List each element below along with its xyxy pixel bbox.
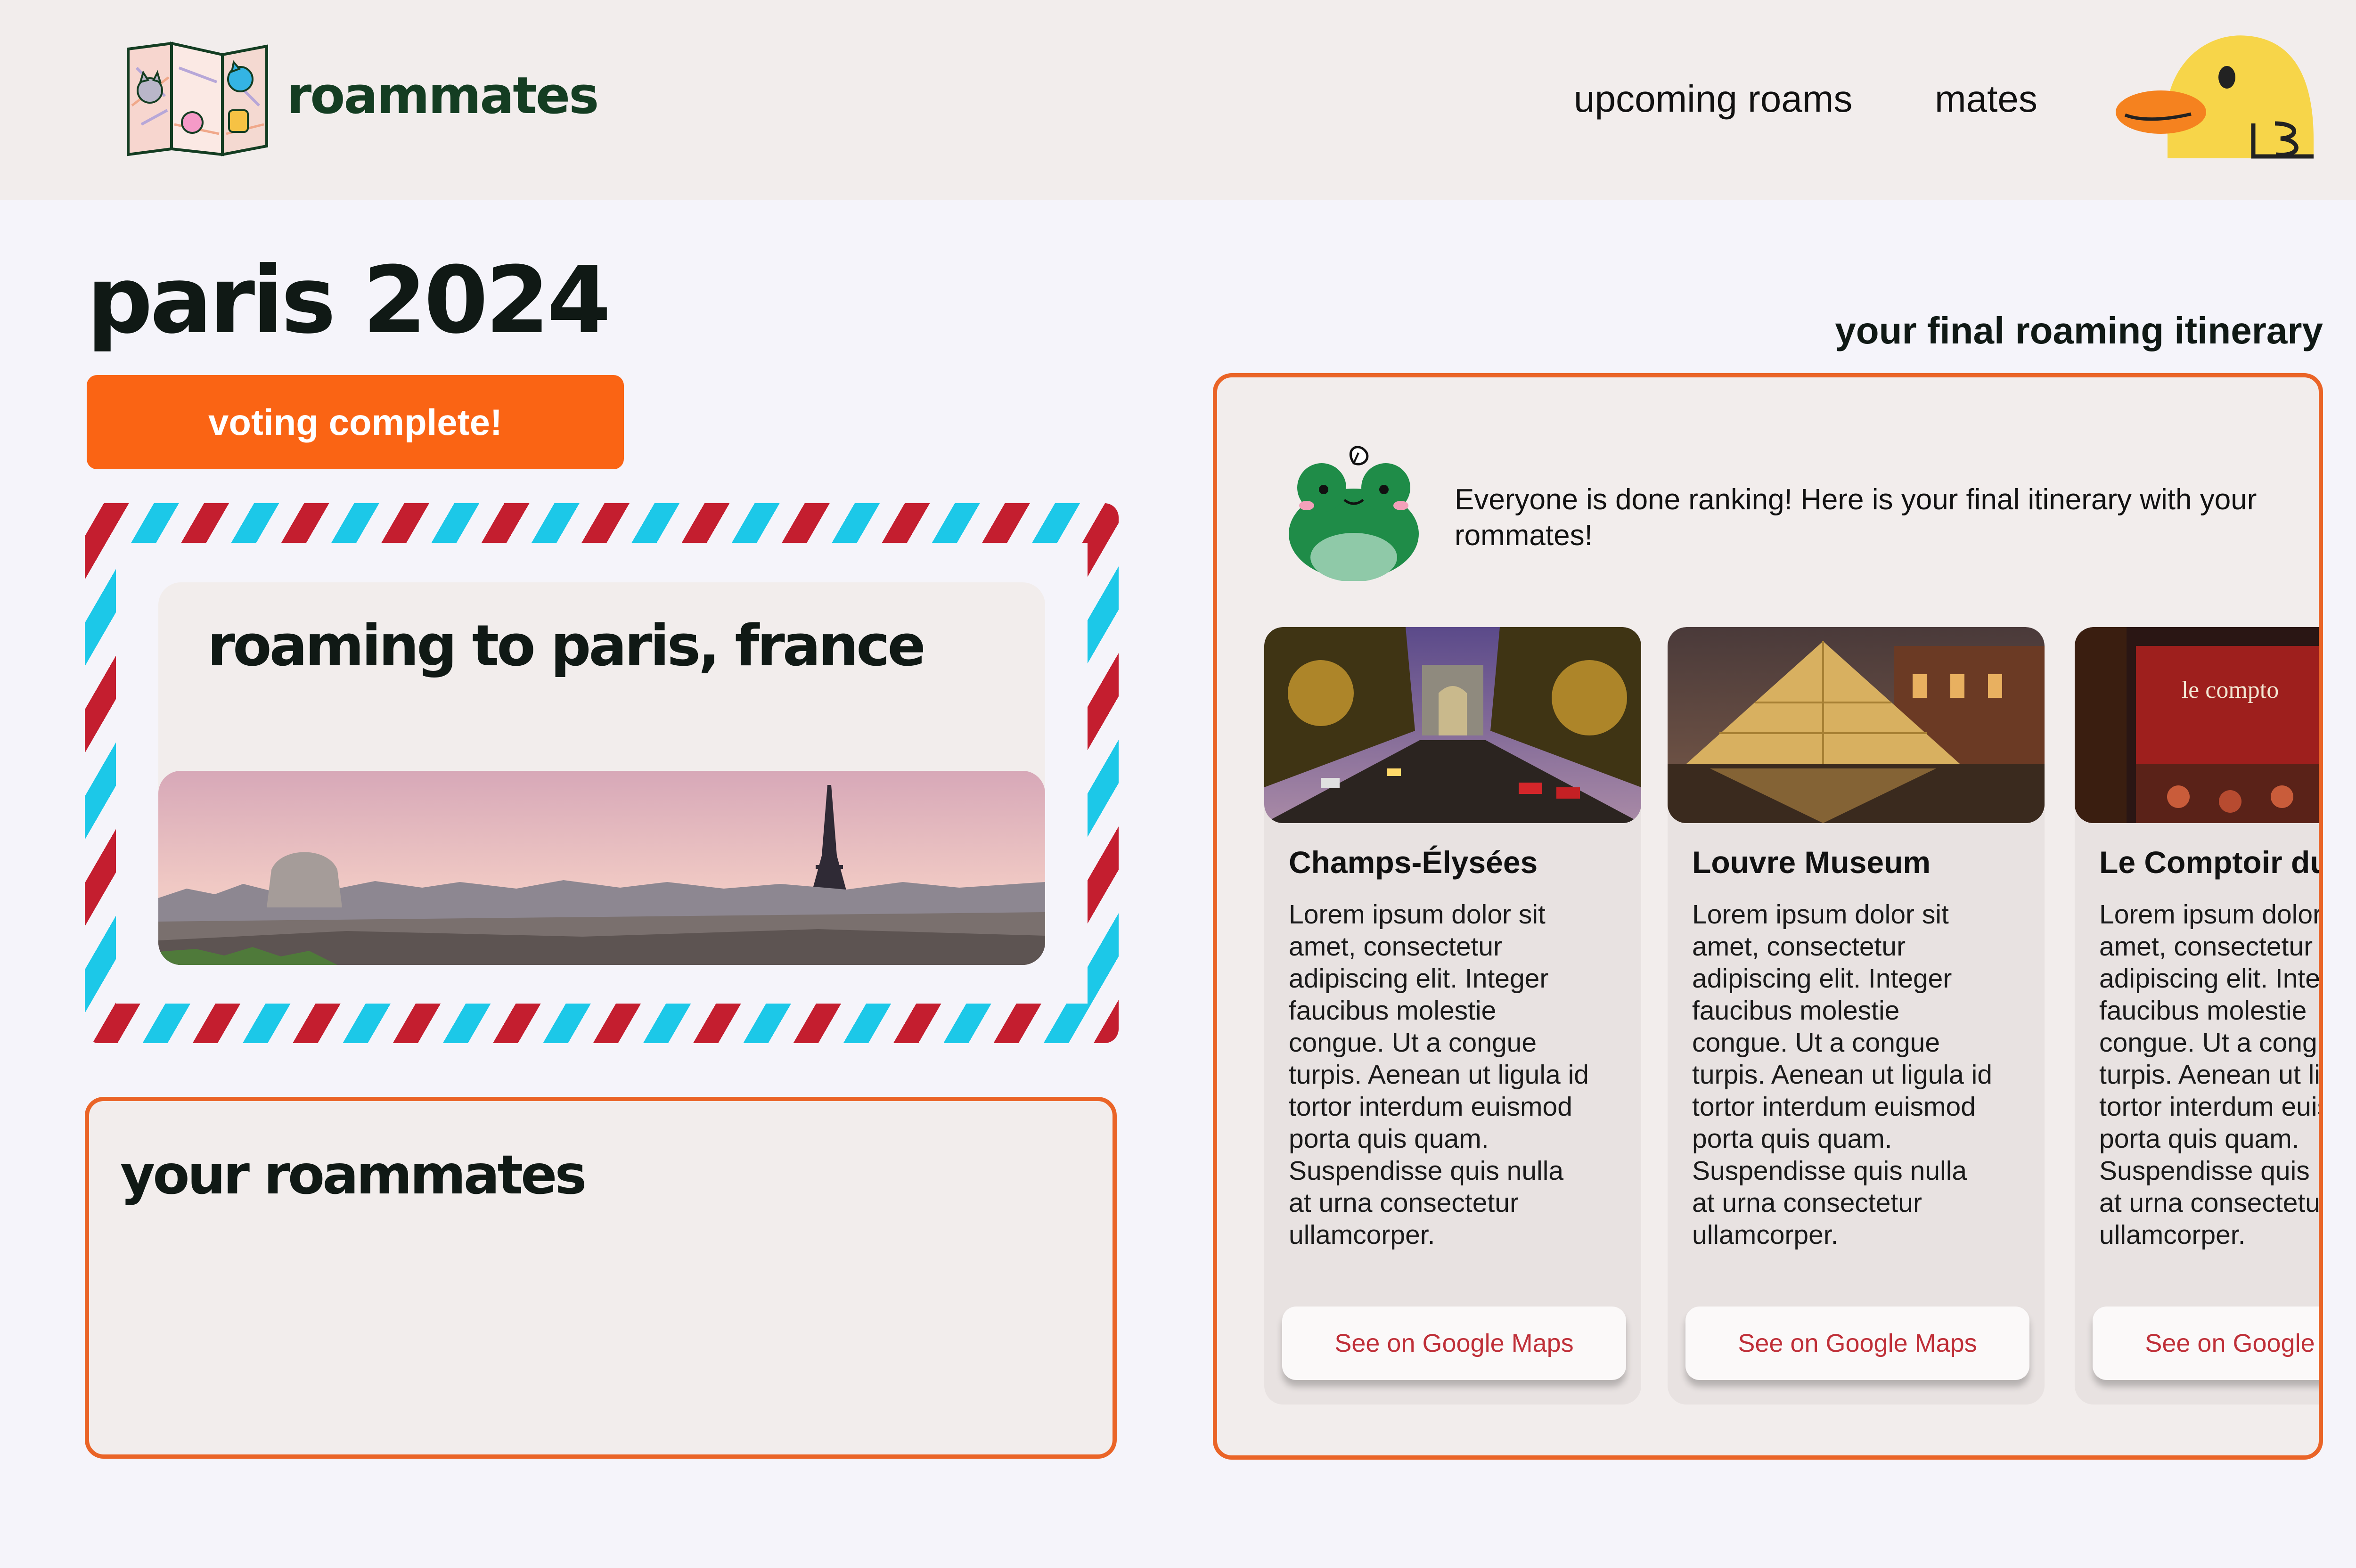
restaurant-sign-text: le compto <box>2182 677 2279 703</box>
louvre-museum-image <box>1668 627 2045 823</box>
itinerary-panel[interactable]: Everyone is done ranking! Here is your f… <box>1213 373 2323 1460</box>
itinerary-intro: Everyone is done ranking! Here is your f… <box>1455 483 2257 552</box>
place-name: Champs-Élysées <box>1289 845 1538 880</box>
place-card[interactable]: le compto Le Comptoir du Lorem ipsum dol… <box>2075 627 2323 1405</box>
top-bar: roammates upcoming roams mates <box>0 0 2356 200</box>
brand-name[interactable]: roammates <box>286 71 599 122</box>
google-maps-button[interactable]: See on Google Maps <box>1282 1307 1626 1380</box>
google-maps-button[interactable]: See on Google Maps <box>2093 1307 2319 1380</box>
folded-map-cats-icon[interactable] <box>123 40 273 157</box>
duck-avatar-icon[interactable] <box>2116 31 2323 172</box>
voting-status-button[interactable]: voting complete! <box>87 375 624 469</box>
nav-upcoming-roams[interactable]: upcoming roams <box>1574 80 1852 118</box>
frog-mascot-icon <box>1289 446 1419 581</box>
champs-elysees-image <box>1264 627 1641 823</box>
place-card[interactable]: Louvre Museum Lorem ipsum dolor sit amet… <box>1668 627 2045 1405</box>
trip-card-title: roaming to paris, france <box>207 613 926 679</box>
page-title: paris 2024 <box>87 247 611 354</box>
trip-card: roaming to paris, france <box>158 582 1045 965</box>
place-description: Lorem ipsum dolor sit amet, consectetur … <box>2099 899 2323 1250</box>
place-description: Lorem ipsum dolor sit amet, consectetur … <box>1692 899 1992 1250</box>
le-comptoir-image: le compto <box>2075 627 2319 823</box>
place-name: Le Comptoir du <box>2099 845 2323 880</box>
roammates-panel: your roammates <box>85 1097 1117 1459</box>
google-maps-button[interactable]: See on Google Maps <box>1685 1307 2029 1380</box>
place-description: Lorem ipsum dolor sit amet, consectetur … <box>1289 899 1589 1250</box>
place-name: Louvre Museum <box>1692 845 1931 880</box>
paris-skyline-image <box>158 771 1045 965</box>
itinerary-heading: your final roaming itinerary <box>1835 310 2323 351</box>
nav-mates[interactable]: mates <box>1935 80 2037 118</box>
place-card[interactable]: Champs-Élysées Lorem ipsum dolor sit ame… <box>1264 627 1641 1405</box>
roammates-title: your roammates <box>120 1143 587 1206</box>
